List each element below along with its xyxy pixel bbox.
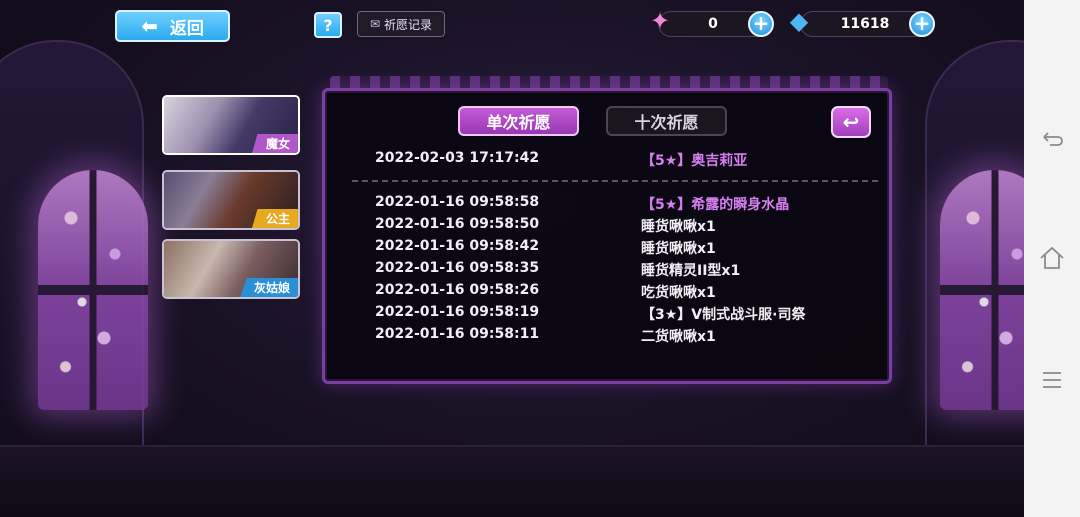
record-row: 2022-01-16 09:58:19 【3★】V制式战斗服·司祭 bbox=[375, 304, 855, 324]
character-tag: 魔女 bbox=[251, 134, 298, 153]
record-row: 2022-01-16 09:58:26 吃货啾啾x1 bbox=[375, 282, 855, 302]
pink-crystal-icon: ✦ bbox=[649, 7, 671, 35]
record-time: 2022-01-16 09:58:58 bbox=[375, 194, 540, 210]
record-row: 2022-01-16 09:58:35 睡货精灵II型x1 bbox=[375, 260, 855, 280]
system-navigation-bar bbox=[1024, 0, 1080, 517]
record-time: 2022-01-16 09:58:11 bbox=[375, 326, 540, 342]
add-diamond-button[interactable]: + bbox=[909, 11, 935, 37]
record-time: 2022-01-16 09:58:50 bbox=[375, 216, 540, 232]
tab-ten-wish[interactable]: 十次祈愿 bbox=[606, 106, 727, 136]
record-item: 【3★】V制式战斗服·司祭 bbox=[641, 307, 806, 323]
wish-record-button[interactable]: ✉ 祈愿记录 bbox=[357, 11, 445, 37]
back-icon[interactable] bbox=[1024, 130, 1080, 158]
diamond-value: 11618 bbox=[840, 16, 890, 32]
plus-icon: + bbox=[752, 11, 770, 35]
record-item: 二货啾啾x1 bbox=[641, 329, 716, 345]
record-time: 2022-02-03 17:17:42 bbox=[375, 150, 540, 166]
record-row: 2022-01-16 09:58:11 二货啾啾x1 bbox=[375, 326, 855, 346]
character-tag: 灰姑娘 bbox=[239, 278, 298, 297]
background-floor bbox=[0, 445, 1024, 517]
record-item: 【5★】希露的瞬身水晶 bbox=[641, 197, 790, 213]
gem-value: 0 bbox=[708, 16, 718, 32]
record-row: 2022-01-16 09:58:58 【5★】希露的瞬身水晶 bbox=[375, 194, 855, 214]
return-button[interactable]: ↩ bbox=[831, 106, 871, 138]
record-row: 2022-01-16 09:58:42 睡货啾啾x1 bbox=[375, 238, 855, 258]
arrow-left-icon: ⬅ bbox=[141, 14, 158, 38]
record-item: 【5★】奥吉莉亚 bbox=[641, 153, 748, 169]
home-icon[interactable] bbox=[1024, 246, 1080, 276]
menu-icon[interactable] bbox=[1024, 370, 1080, 396]
back-button[interactable]: ⬅ 返回 bbox=[115, 10, 230, 42]
help-button[interactable]: ? bbox=[314, 12, 342, 38]
record-time: 2022-01-16 09:58:26 bbox=[375, 282, 540, 298]
plus-icon: + bbox=[913, 11, 931, 35]
blue-diamond-icon: ◆ bbox=[789, 7, 809, 35]
record-row: 2022-02-03 17:17:42 【5★】奥吉莉亚 bbox=[375, 150, 855, 170]
record-item: 睡货啾啾x1 bbox=[641, 241, 716, 257]
character-tab-princess[interactable]: 公主 bbox=[162, 170, 300, 230]
record-time: 2022-01-16 09:58:42 bbox=[375, 238, 540, 254]
wish-record-label: 祈愿记录 bbox=[384, 17, 433, 32]
record-time: 2022-01-16 09:58:35 bbox=[375, 260, 540, 276]
return-arrow-icon: ↩ bbox=[842, 110, 860, 134]
record-time: 2022-01-16 09:58:19 bbox=[375, 304, 540, 320]
record-item: 睡货啾啾x1 bbox=[641, 219, 716, 235]
character-tag: 公主 bbox=[251, 209, 298, 228]
scroll-icon: ✉ bbox=[369, 17, 381, 31]
tab-ten-label: 十次祈愿 bbox=[634, 113, 699, 132]
help-button-label: ? bbox=[323, 15, 333, 35]
back-button-label: 返回 bbox=[169, 18, 204, 39]
add-gem-button[interactable]: + bbox=[748, 11, 774, 37]
tab-single-wish[interactable]: 单次祈愿 bbox=[458, 106, 579, 136]
stained-glass-window-left bbox=[38, 170, 148, 410]
record-item: 吃货啾啾x1 bbox=[641, 285, 716, 301]
record-item: 睡货精灵II型x1 bbox=[641, 263, 741, 279]
character-tab-cinderella[interactable]: 灰姑娘 bbox=[162, 239, 300, 299]
character-tab-witch[interactable]: 魔女 bbox=[162, 95, 300, 155]
record-divider bbox=[352, 180, 878, 182]
record-row: 2022-01-16 09:58:50 睡货啾啾x1 bbox=[375, 216, 855, 236]
tab-single-label: 单次祈愿 bbox=[486, 113, 551, 132]
